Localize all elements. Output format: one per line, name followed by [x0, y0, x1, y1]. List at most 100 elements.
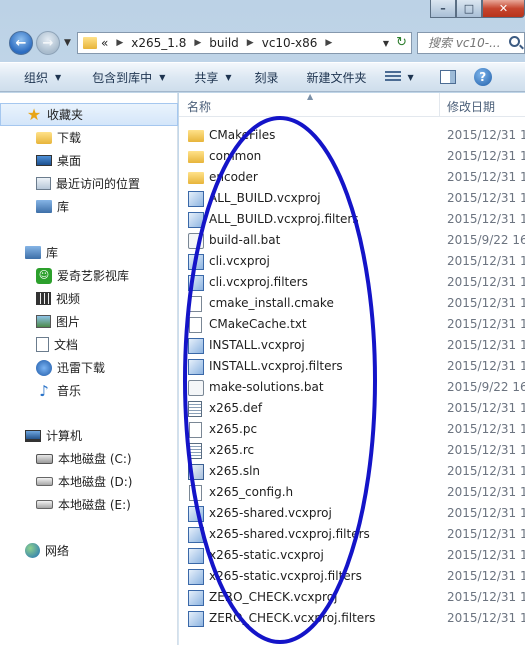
file-row[interactable]: encoder 2015/12/31 1: [179, 167, 525, 188]
sidebar-libraries[interactable]: 库: [0, 241, 178, 264]
share-button[interactable]: 共享 ▼: [194, 64, 231, 90]
address-dropdown-icon[interactable]: ▼: [383, 39, 389, 48]
vcxproj-file-icon: [188, 611, 204, 627]
star-icon: ★: [26, 105, 42, 124]
search-input[interactable]: [428, 36, 506, 50]
library-icon: [25, 246, 41, 259]
sidebar-item-thunder[interactable]: 迅雷下载: [0, 356, 178, 379]
file-row[interactable]: x265.sln 2015/12/31 1: [179, 461, 525, 482]
sidebar-item-documents[interactable]: 文档: [0, 333, 178, 356]
file-name: build-all.bat: [209, 233, 281, 247]
sidebar-item-drive-e[interactable]: 本地磁盘 (E:): [0, 493, 178, 516]
breadcrumb-build[interactable]: build: [209, 36, 239, 50]
forward-button[interactable]: →: [36, 31, 60, 55]
burn-button[interactable]: 刻录: [255, 64, 279, 90]
text-file-icon: [188, 401, 202, 417]
column-header-date[interactable]: 修改日期: [447, 98, 495, 115]
sidebar-label: 库: [57, 200, 70, 214]
column-divider[interactable]: [439, 93, 440, 117]
preview-pane-icon[interactable]: [439, 70, 456, 84]
file-row[interactable]: x265-shared.vcxproj 2015/12/31 1: [179, 503, 525, 524]
file-row[interactable]: ALL_BUILD.vcxproj 2015/12/31 1: [179, 188, 525, 209]
file-row[interactable]: x265_config.h 2015/12/31 1: [179, 482, 525, 503]
file-row[interactable]: x265.pc 2015/12/31 1: [179, 419, 525, 440]
sidebar-label: 最近访问的位置: [56, 177, 141, 191]
file-date: 2015/12/31 1: [447, 296, 525, 310]
breadcrumb: « ▶ x265_1.8 ▶ build ▶ vc10-x86 ▶: [101, 36, 340, 50]
refresh-icon[interactable]: ↻: [396, 35, 407, 50]
sidebar-label: 迅雷下载: [57, 361, 106, 375]
sidebar-computer[interactable]: 计算机: [0, 424, 178, 447]
sidebar-item-drive-d[interactable]: 本地磁盘 (D:): [0, 470, 178, 493]
breadcrumb-vc10[interactable]: vc10-x86: [262, 36, 318, 50]
sidebar-item-iqiyi[interactable]: ☺ 爱奇艺影视库: [0, 264, 178, 287]
sidebar-network[interactable]: 网络: [0, 539, 178, 562]
breadcrumb-chevron-icon[interactable]: ▶: [116, 38, 123, 48]
file-row[interactable]: CMakeCache.txt 2015/12/31 1: [179, 314, 525, 335]
file-row[interactable]: cli.vcxproj 2015/12/31 1: [179, 251, 525, 272]
maximize-button[interactable]: □: [456, 0, 482, 18]
address-bar[interactable]: « ▶ x265_1.8 ▶ build ▶ vc10-x86 ▶ ▼ ↻: [77, 32, 412, 54]
organize-button[interactable]: 组织 ▼: [24, 64, 61, 90]
chevron-down-icon: ▼: [159, 72, 166, 82]
recent-places-icon: [36, 177, 51, 190]
include-library-button[interactable]: 包含到库中 ▼: [92, 64, 165, 90]
search-box[interactable]: [417, 32, 525, 54]
sidebar-item-pictures[interactable]: 图片: [0, 310, 178, 333]
file-row[interactable]: ALL_BUILD.vcxproj.filters 2015/12/31 1: [179, 209, 525, 230]
sidebar-item-videos[interactable]: 视频: [0, 287, 178, 310]
vcxproj-file-icon: [188, 506, 204, 522]
sidebar-item-drive-c[interactable]: 本地磁盘 (C:): [0, 447, 178, 470]
documents-icon: [36, 337, 49, 352]
help-icon[interactable]: ?: [473, 68, 492, 86]
pictures-icon: [36, 315, 51, 328]
file-row[interactable]: ZERO_CHECK.vcxproj.filters 2015/12/31 1: [179, 608, 525, 629]
organize-label: 组织: [24, 70, 49, 85]
sidebar-label: 本地磁盘 (C:): [58, 452, 132, 466]
file-date: 2015/12/31 1: [447, 422, 525, 436]
breadcrumb-chevron-icon[interactable]: ▶: [194, 38, 201, 48]
file-row[interactable]: x265.rc 2015/12/31 1: [179, 440, 525, 461]
file-list: CMakeFiles 2015/12/31 1 common 2015/12/31 1…: [179, 125, 525, 629]
change-view-button[interactable]: ▼: [384, 71, 414, 83]
sidebar-item-library-fav[interactable]: 库: [0, 195, 178, 218]
back-button[interactable]: ←: [9, 31, 33, 55]
sidebar-favorites[interactable]: ★ 收藏夹: [0, 103, 178, 126]
sidebar-item-recent[interactable]: 最近访问的位置: [0, 172, 178, 195]
breadcrumb-overflow[interactable]: «: [101, 36, 108, 50]
sidebar-item-desktop[interactable]: 桌面: [0, 149, 178, 172]
column-header-name[interactable]: 名称: [187, 98, 211, 115]
history-dropdown-icon[interactable]: ▼: [64, 38, 71, 48]
file-row[interactable]: x265-static.vcxproj 2015/12/31 1: [179, 545, 525, 566]
vcxproj-file-icon: [188, 275, 204, 291]
file-name: encoder: [209, 170, 258, 184]
sidebar-item-music[interactable]: ♪ 音乐: [0, 379, 178, 402]
sidebar-item-downloads[interactable]: 下载: [0, 126, 178, 149]
file-name: make-solutions.bat: [209, 380, 324, 394]
file-row[interactable]: INSTALL.vcxproj 2015/12/31 1: [179, 335, 525, 356]
file-row[interactable]: ZERO_CHECK.vcxproj 2015/12/31 1: [179, 587, 525, 608]
file-row[interactable]: x265.def 2015/12/31 1: [179, 398, 525, 419]
file-date: 2015/12/31 1: [447, 254, 525, 268]
breadcrumb-chevron-icon[interactable]: ▶: [325, 38, 332, 48]
vcxproj-file-icon: [188, 548, 204, 564]
file-row[interactable]: cmake_install.cmake 2015/12/31 1: [179, 293, 525, 314]
file-date: 2015/12/31 1: [447, 128, 525, 142]
new-folder-button[interactable]: 新建文件夹: [307, 64, 367, 90]
file-row[interactable]: x265-static.vcxproj.filters 2015/12/31 1: [179, 566, 525, 587]
file-row[interactable]: common 2015/12/31 1: [179, 146, 525, 167]
search-icon[interactable]: [509, 36, 520, 47]
file-row[interactable]: x265-shared.vcxproj.filters 2015/12/31 1: [179, 524, 525, 545]
file-date: 2015/9/22 16: [447, 380, 525, 394]
breadcrumb-x265[interactable]: x265_1.8: [131, 36, 186, 50]
network-group: 网络: [0, 539, 178, 562]
close-button[interactable]: ✕: [482, 0, 525, 18]
minimize-button[interactable]: –: [430, 0, 456, 18]
file-row[interactable]: cli.vcxproj.filters 2015/12/31 1: [179, 272, 525, 293]
breadcrumb-chevron-icon[interactable]: ▶: [247, 38, 254, 48]
file-row[interactable]: make-solutions.bat 2015/9/22 16: [179, 377, 525, 398]
file-row[interactable]: INSTALL.vcxproj.filters 2015/12/31 1: [179, 356, 525, 377]
file-row[interactable]: CMakeFiles 2015/12/31 1: [179, 125, 525, 146]
file-row[interactable]: build-all.bat 2015/9/22 16: [179, 230, 525, 251]
file-name: INSTALL.vcxproj.filters: [209, 359, 343, 373]
